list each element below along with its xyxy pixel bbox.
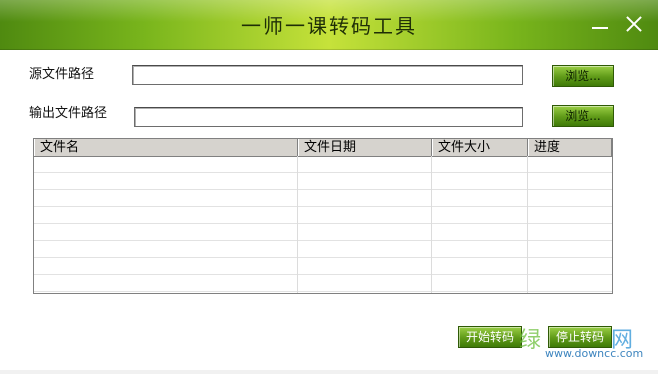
stop-transcode-button[interactable]: 停止转码 [548,326,612,348]
column-header-progress[interactable]: 进度 [528,139,612,156]
table-row[interactable] [34,275,612,292]
column-divider [431,156,432,293]
browse-output-button[interactable]: 浏览... [552,105,614,127]
watermark-text: 绿 [519,328,542,353]
table-row[interactable] [34,156,612,173]
table-row[interactable] [34,258,612,275]
browse-source-button[interactable]: 浏览... [552,65,614,87]
column-header-size[interactable]: 文件大小 [432,139,528,156]
minimize-icon[interactable] [588,12,612,36]
window-bottom-edge [0,370,658,374]
column-header-filename[interactable]: 文件名 [34,139,298,156]
table-row[interactable] [34,173,612,190]
column-header-date[interactable]: 文件日期 [298,139,432,156]
output-path-input[interactable] [134,107,523,127]
close-icon[interactable] [622,12,646,36]
column-divider [527,156,528,293]
table-body [34,156,612,293]
start-transcode-button[interactable]: 开始转码 [458,326,522,348]
window-title: 一师一课转码工具 [241,14,417,38]
table-row[interactable] [34,190,612,207]
file-list-table[interactable]: 文件名 文件日期 文件大小 进度 [33,138,613,294]
table-row[interactable] [34,241,612,258]
source-path-label: 源文件路径 [29,67,95,82]
table-header: 文件名 文件日期 文件大小 进度 [34,139,612,157]
table-row[interactable] [34,224,612,241]
title-bar: 一师一课转码工具 [0,0,658,50]
table-row[interactable] [34,207,612,224]
column-divider [297,156,298,293]
output-path-label: 输出文件路径 [29,106,108,121]
watermark-url: www.downcc.com [545,347,644,360]
source-path-input[interactable] [132,65,523,85]
